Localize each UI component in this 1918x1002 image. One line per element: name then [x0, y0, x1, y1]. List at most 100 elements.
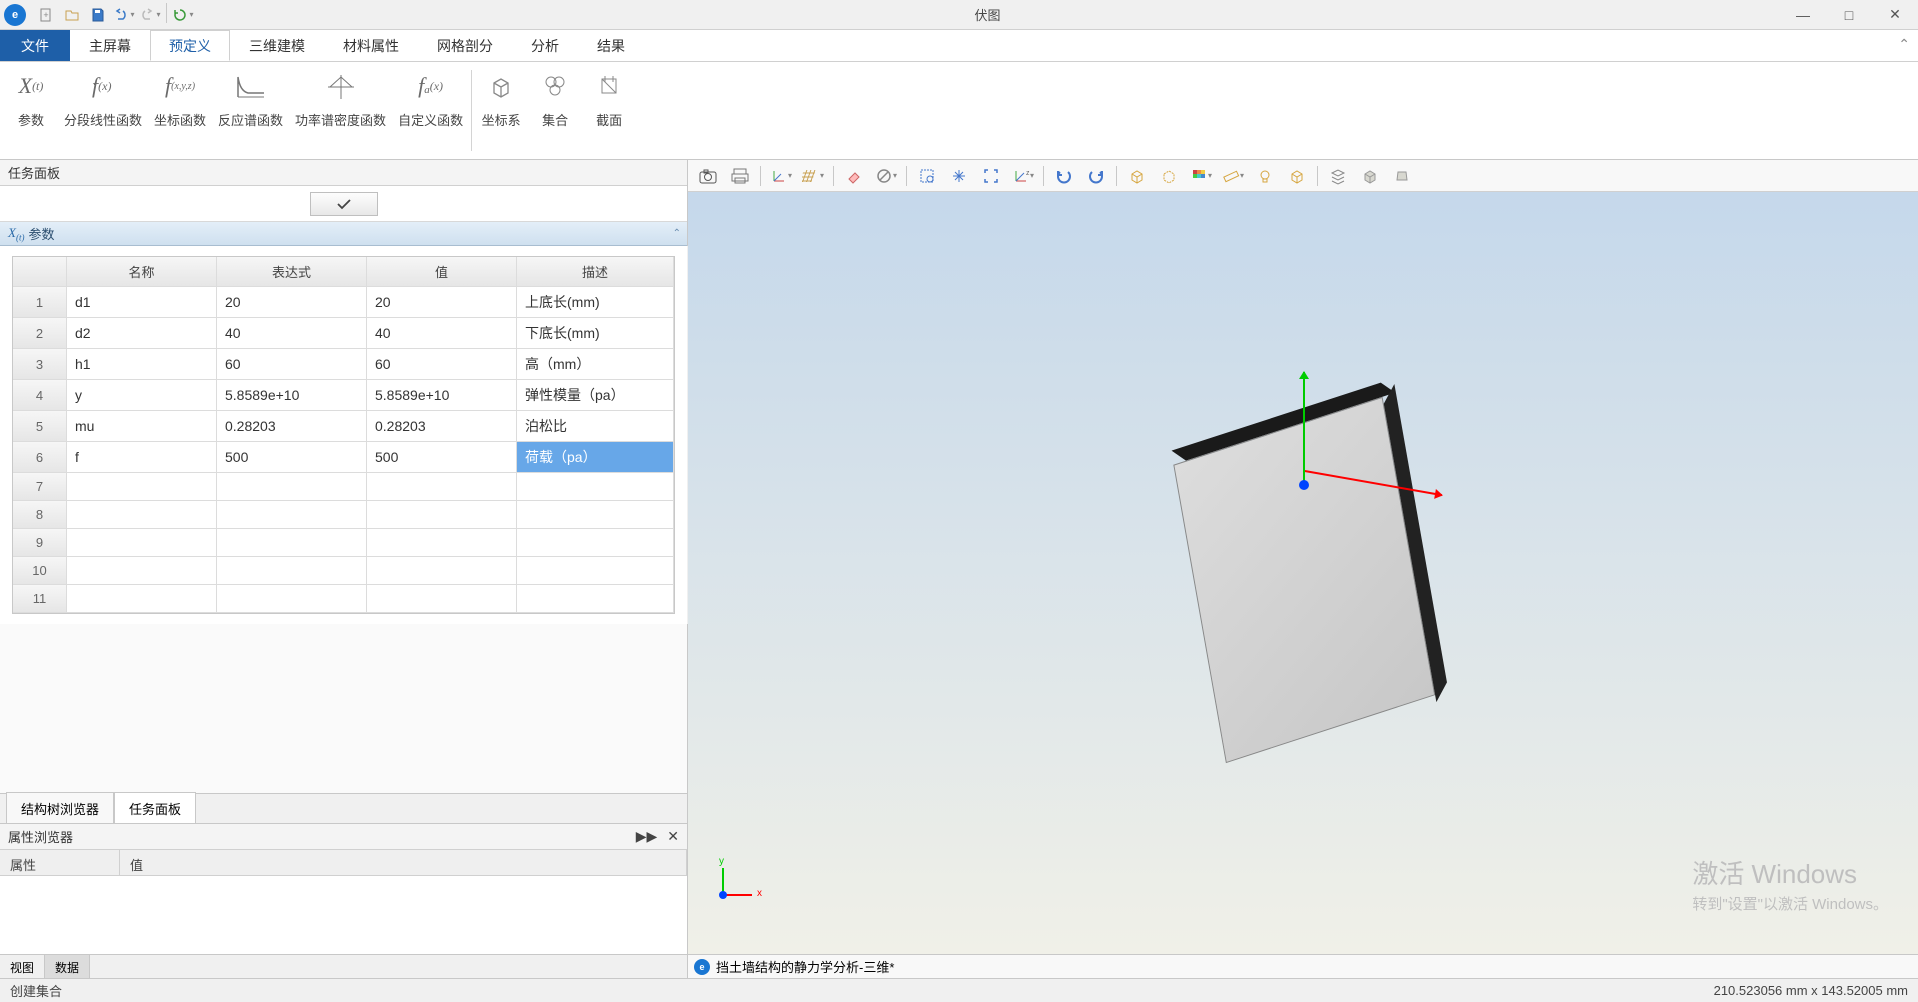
new-file-icon[interactable]: + [34, 3, 58, 27]
3d-viewport[interactable]: 激活 Windows 转到"设置"以激活 Windows。 [688, 192, 1918, 954]
col-header-expression[interactable]: 表达式 [217, 257, 367, 287]
empty-cell[interactable] [517, 501, 674, 529]
empty-cell[interactable] [517, 585, 674, 613]
close-icon[interactable]: ✕ [667, 828, 679, 845]
col-header-name[interactable]: 名称 [67, 257, 217, 287]
param-desc-cell[interactable]: 泊松比 [517, 411, 674, 442]
tab-mesh[interactable]: 网格剖分 [418, 30, 512, 61]
undo-view-icon[interactable] [1050, 163, 1078, 189]
tab-main-screen[interactable]: 主屏幕 [70, 30, 150, 61]
save-icon[interactable] [86, 3, 110, 27]
tab-task-panel[interactable]: 任务面板 [114, 792, 196, 824]
empty-cell[interactable] [217, 473, 367, 501]
empty-cell[interactable] [367, 585, 517, 613]
param-name-cell[interactable]: d1 [67, 287, 217, 318]
ribbon-parameters[interactable]: X(t) 参数 [4, 64, 58, 157]
prop-tab-view[interactable]: 视图 [0, 955, 45, 978]
ribbon-piecewise-linear[interactable]: f(x). 分段线性函数 [58, 64, 148, 157]
prop-col-name[interactable]: 属性 [0, 850, 120, 875]
zoom-window-icon[interactable] [913, 163, 941, 189]
empty-cell[interactable] [67, 529, 217, 557]
ribbon-section[interactable]: 截面 [582, 64, 636, 157]
tab-3d-modeling[interactable]: 三维建模 [230, 30, 324, 61]
tab-predefined[interactable]: 预定义 [150, 30, 230, 61]
param-value-cell[interactable]: 60 [367, 349, 517, 380]
heatmap-icon[interactable]: ▾ [1187, 163, 1215, 189]
tab-results[interactable]: 结果 [578, 30, 644, 61]
ribbon-custom-function[interactable]: fa(x) 自定义函数 [392, 64, 469, 157]
param-value-cell[interactable]: 40 [367, 318, 517, 349]
tab-file[interactable]: 文件 [0, 30, 70, 61]
perspective-icon[interactable] [1388, 163, 1416, 189]
pan-icon[interactable] [945, 163, 973, 189]
ribbon-coordinate-system[interactable]: 坐标系 [474, 64, 528, 157]
open-folder-icon[interactable] [60, 3, 84, 27]
camera-icon[interactable] [694, 163, 722, 189]
param-value-cell[interactable]: 500 [367, 442, 517, 473]
cube-wire-icon[interactable] [1283, 163, 1311, 189]
empty-cell[interactable] [367, 529, 517, 557]
param-value-cell[interactable]: 20 [367, 287, 517, 318]
param-expr-cell[interactable]: 20 [217, 287, 367, 318]
undo-icon[interactable]: ▾ [112, 3, 136, 27]
minimize-button[interactable]: — [1780, 0, 1826, 30]
param-expr-cell[interactable]: 0.28203 [217, 411, 367, 442]
redo-view-icon[interactable] [1082, 163, 1110, 189]
empty-cell[interactable] [517, 473, 674, 501]
param-expr-cell[interactable]: 5.8589e+10 [217, 380, 367, 411]
empty-cell[interactable] [217, 557, 367, 585]
parameters-section-header[interactable]: X(t) 参数 ⌃ [0, 222, 687, 246]
empty-cell[interactable] [367, 473, 517, 501]
tab-structure-tree[interactable]: 结构树浏览器 [6, 792, 114, 824]
redo-icon[interactable]: ▾ [138, 3, 162, 27]
col-header-value[interactable]: 值 [367, 257, 517, 287]
param-name-cell[interactable]: y [67, 380, 217, 411]
param-desc-cell[interactable]: 荷载（pa） [517, 442, 674, 473]
empty-cell[interactable] [517, 529, 674, 557]
orientation-icon[interactable]: z▾ [1009, 163, 1037, 189]
param-name-cell[interactable]: f [67, 442, 217, 473]
param-value-cell[interactable]: 0.28203 [367, 411, 517, 442]
param-name-cell[interactable]: h1 [67, 349, 217, 380]
ribbon-response-spectrum[interactable]: 反应谱函数 [212, 64, 289, 157]
col-header-description[interactable]: 描述 [517, 257, 674, 287]
param-expr-cell[interactable]: 60 [217, 349, 367, 380]
eraser-icon[interactable] [840, 163, 868, 189]
ribbon-psd-function[interactable]: 功率谱密度函数 [289, 64, 392, 157]
param-desc-cell[interactable]: 上底长(mm) [517, 287, 674, 318]
axis-toggle-icon[interactable]: ▾ [767, 163, 795, 189]
confirm-button[interactable] [310, 192, 378, 216]
empty-cell[interactable] [517, 557, 674, 585]
empty-cell[interactable] [217, 529, 367, 557]
param-desc-cell[interactable]: 弹性模量（pa） [517, 380, 674, 411]
param-name-cell[interactable]: mu [67, 411, 217, 442]
light-icon[interactable] [1251, 163, 1279, 189]
param-value-cell[interactable]: 5.8589e+10 [367, 380, 517, 411]
grid-icon[interactable]: ▾ [799, 163, 827, 189]
param-desc-cell[interactable]: 下底长(mm) [517, 318, 674, 349]
prop-tab-data[interactable]: 数据 [45, 955, 90, 978]
param-desc-cell[interactable]: 高（mm） [517, 349, 674, 380]
document-name[interactable]: 挡土墙结构的静力学分析-三维* [716, 957, 894, 976]
isometric-icon[interactable] [1356, 163, 1384, 189]
close-button[interactable]: ✕ [1872, 0, 1918, 30]
empty-cell[interactable] [67, 557, 217, 585]
ribbon-coordinate-function[interactable]: f(x,y,z) 坐标函数 [148, 64, 212, 157]
empty-cell[interactable] [367, 501, 517, 529]
param-name-cell[interactable]: d2 [67, 318, 217, 349]
ribbon-collapse-icon[interactable]: ⌃ [1898, 36, 1910, 53]
empty-cell[interactable] [367, 557, 517, 585]
empty-cell[interactable] [67, 585, 217, 613]
param-expr-cell[interactable]: 500 [217, 442, 367, 473]
tab-material[interactable]: 材料属性 [324, 30, 418, 61]
param-expr-cell[interactable]: 40 [217, 318, 367, 349]
fast-forward-icon[interactable]: ▶▶ [636, 828, 658, 845]
prop-col-value[interactable]: 值 [120, 850, 687, 875]
maximize-button[interactable]: □ [1826, 0, 1872, 30]
box-select-dashed-icon[interactable] [1155, 163, 1183, 189]
empty-cell[interactable] [67, 501, 217, 529]
layers-icon[interactable] [1324, 163, 1352, 189]
ribbon-set[interactable]: 集合 [528, 64, 582, 157]
empty-cell[interactable] [67, 473, 217, 501]
box-select-icon[interactable] [1123, 163, 1151, 189]
